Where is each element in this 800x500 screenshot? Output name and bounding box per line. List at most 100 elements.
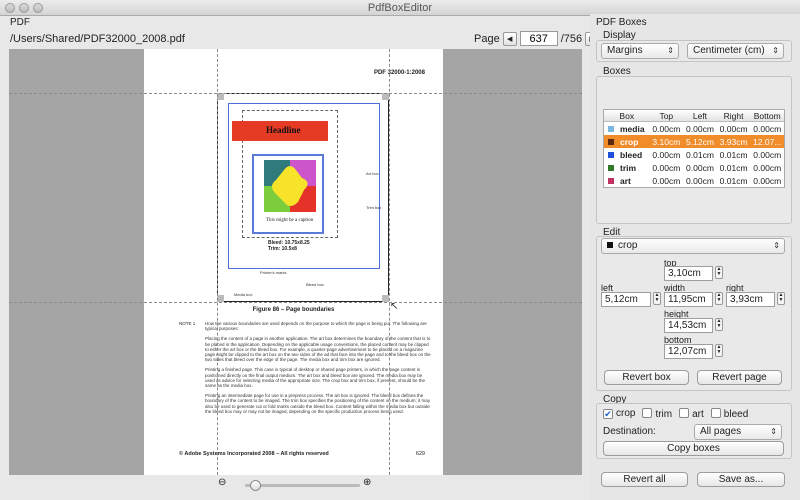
save-as-button[interactable]: Save as...	[697, 472, 785, 487]
box-name-cell: trim	[604, 163, 650, 173]
trim-box-callout: Trim box	[366, 205, 382, 210]
pdf-viewer[interactable]: PDF 32000-1:2008 Headline This might be …	[9, 49, 582, 475]
copy-boxes-button[interactable]: Copy boxes	[603, 441, 784, 456]
trim-info: Trim: 10.5x8	[268, 246, 297, 252]
top-stepper[interactable]: ▲ ▼	[715, 266, 723, 279]
bleed-box-callout: Bleed box	[306, 282, 324, 287]
table-row[interactable]: art 0.00cm 0.00cm 0.01cm 0.00cm	[604, 174, 784, 187]
page-number-input[interactable]	[519, 31, 558, 46]
box-color-swatch	[608, 177, 614, 184]
edit-section	[596, 236, 792, 391]
table-cell: 0.01cm	[719, 149, 748, 160]
copy-option-trim[interactable]: trim	[642, 408, 672, 420]
total-pages: /756	[560, 32, 583, 45]
bleed-trim-info: Bleed: 10.75x8.25 Trim: 10.5x8	[268, 240, 310, 252]
copy-option-crop[interactable]: ✔ crop	[603, 408, 635, 420]
table-cell: 0.01cm	[686, 149, 714, 160]
crop-handle-bottom-left[interactable]	[217, 295, 224, 302]
zoom-out-icon[interactable]: ⊖	[218, 477, 226, 488]
column-header[interactable]: Top	[650, 111, 684, 121]
table-cell: 0.00cm	[686, 123, 714, 134]
pdf-page: PDF 32000-1:2008 Headline This might be …	[144, 49, 443, 475]
column-header[interactable]: Left	[683, 111, 717, 121]
revert-box-button[interactable]: Revert box	[604, 370, 689, 385]
minimize-window-button[interactable]	[19, 3, 29, 13]
table-cell: 0.00cm	[719, 123, 748, 134]
note-paragraph: How the various boundaries are used depe…	[205, 321, 427, 332]
height-stepper[interactable]: ▲ ▼	[715, 318, 723, 331]
width-field[interactable]: 11,95cm	[664, 292, 713, 307]
right-stepper[interactable]: ▲ ▼	[777, 292, 785, 305]
table-cell: 0.00cm	[652, 123, 681, 134]
bottom-field[interactable]: 12,07cm	[664, 344, 713, 359]
copy-option-art[interactable]: art	[679, 408, 704, 420]
zoom-window-button[interactable]	[33, 3, 43, 13]
checkbox-icon[interactable]	[710, 408, 721, 418]
table-row[interactable]: crop 3.10cm 5.12cm 3.93cm 12.07...	[604, 135, 784, 148]
checkbox-icon[interactable]: ✔	[603, 409, 613, 419]
destination-value: All pages	[700, 426, 742, 437]
table-row[interactable]: trim 0.00cm 0.00cm 0.01cm 0.00cm	[604, 161, 784, 174]
checkbox-icon[interactable]	[679, 408, 690, 418]
box-name: art	[620, 175, 631, 186]
pdf-section-label: PDF	[10, 17, 30, 28]
copy-options: ✔ crop trim art bleed	[603, 408, 748, 420]
crop-guide-top[interactable]	[9, 93, 582, 94]
table-header: Box Top Left Right Bottom	[604, 110, 784, 122]
select-arrows-icon: ⇕	[772, 46, 779, 55]
crop-handle-top-left[interactable]	[217, 93, 224, 100]
note-paragraph: Printing an intermediate page for use in…	[205, 393, 431, 414]
zoom-slider-knob[interactable]	[250, 480, 262, 491]
box-color-swatch	[608, 151, 614, 158]
revert-all-button[interactable]: Revert all	[601, 472, 688, 487]
column-header[interactable]: Box	[604, 111, 650, 121]
box-name-cell: media	[604, 124, 650, 134]
table-cell: 0.00cm	[686, 162, 714, 173]
puzzle-graphic	[264, 160, 316, 212]
width-stepper[interactable]: ▲ ▼	[715, 292, 723, 305]
copy-option-label: crop	[616, 408, 636, 419]
table-cell: 0.00cm	[753, 162, 782, 173]
table-cell: 0.00cm	[753, 149, 782, 160]
copy-option-label: art	[692, 409, 704, 420]
display-mode-select[interactable]: Margins ⇕	[601, 43, 679, 59]
figure-frame: Headline This might be a caption Bleed: …	[217, 93, 389, 302]
column-header[interactable]: Bottom	[750, 111, 784, 121]
crop-guide-right[interactable]	[389, 49, 390, 475]
crop-guide-bottom[interactable]	[9, 302, 582, 303]
pdf-file-path: /Users/Shared/PDF32000_2008.pdf	[10, 33, 185, 45]
zoom-in-icon[interactable]: ⊕	[363, 477, 371, 488]
previous-page-button[interactable]: ◀	[502, 31, 517, 46]
top-field[interactable]: 3,10cm	[664, 266, 713, 281]
unit-select[interactable]: Centimeter (cm) ⇕	[687, 43, 784, 59]
window-title: PdfBoxEditor	[367, 2, 433, 14]
crop-handle-top-right[interactable]	[382, 93, 389, 100]
checkbox-icon[interactable]	[642, 408, 653, 418]
table-cell: 0.00cm	[686, 175, 714, 186]
close-window-button[interactable]	[5, 3, 15, 13]
table-cell: 0.01cm	[719, 162, 748, 173]
table-row[interactable]: bleed 0.00cm 0.01cm 0.01cm 0.00cm	[604, 148, 784, 161]
left-field[interactable]: 5,12cm	[601, 292, 651, 307]
revert-page-button[interactable]: Revert page	[697, 370, 782, 385]
note-paragraph: Printing a finished page. This case is t…	[205, 367, 426, 389]
destination-label: Destination:	[603, 426, 656, 437]
copy-option-bleed[interactable]: bleed	[710, 408, 748, 420]
destination-select[interactable]: All pages ⇕	[694, 424, 782, 440]
select-arrows-icon: ⇕	[773, 241, 780, 250]
edit-box-select[interactable]: crop ⇕	[601, 238, 785, 254]
crop-handle-bottom-right[interactable]	[382, 295, 389, 302]
bottom-stepper[interactable]: ▲ ▼	[715, 344, 723, 357]
zoom-slider-track[interactable]	[245, 480, 360, 491]
box-name: bleed	[620, 149, 643, 160]
left-stepper[interactable]: ▲ ▼	[653, 292, 661, 305]
table-cell: 0.00cm	[652, 175, 681, 186]
table-row[interactable]: media 0.00cm 0.00cm 0.00cm 0.00cm	[604, 122, 784, 135]
table-cell: 3.93cm	[719, 136, 748, 147]
right-field[interactable]: 3,93cm	[726, 292, 775, 307]
table-cell: 5.12cm	[686, 136, 714, 147]
crop-guide-left[interactable]	[217, 49, 218, 475]
column-header[interactable]: Right	[717, 111, 751, 121]
headline-text: Headline	[266, 125, 301, 135]
height-field[interactable]: 14,53cm	[664, 318, 713, 333]
